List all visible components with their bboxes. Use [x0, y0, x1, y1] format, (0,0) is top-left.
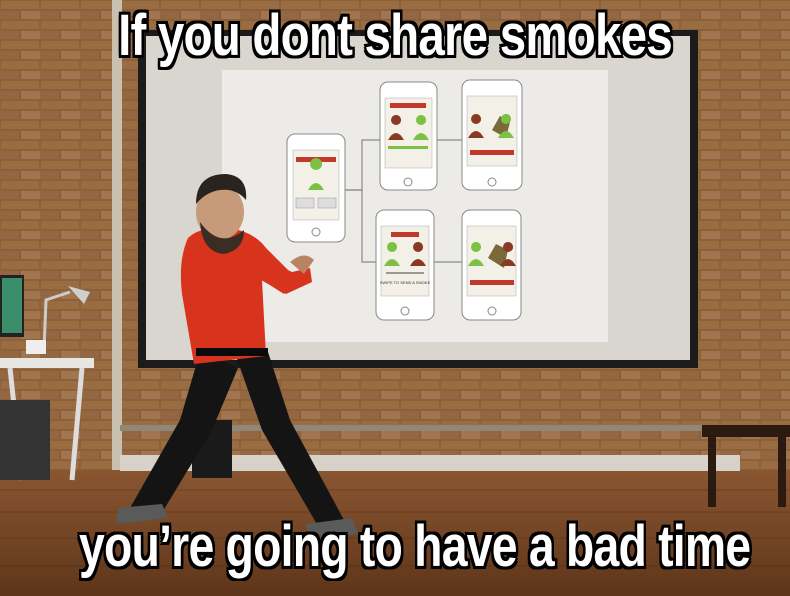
phone-mockup	[461, 209, 522, 321]
meme-top-caption: If you dont share smokes	[118, 3, 673, 68]
phone-mockup	[379, 81, 438, 191]
phone-mockup: SWIPE TO SEND A SMOKE	[375, 209, 435, 321]
meme-bottom-caption: you’re going to have a bad time	[79, 514, 751, 579]
phone-mockup	[461, 79, 523, 191]
swipe-caption: SWIPE TO SEND A SMOKE	[380, 280, 431, 285]
presentation-photo: SWIPE TO SEND A SMOKE	[0, 0, 790, 596]
phone-mockup	[286, 133, 346, 243]
meme-image: SWIPE TO SEND A SMOKE If you dont share …	[0, 0, 790, 596]
